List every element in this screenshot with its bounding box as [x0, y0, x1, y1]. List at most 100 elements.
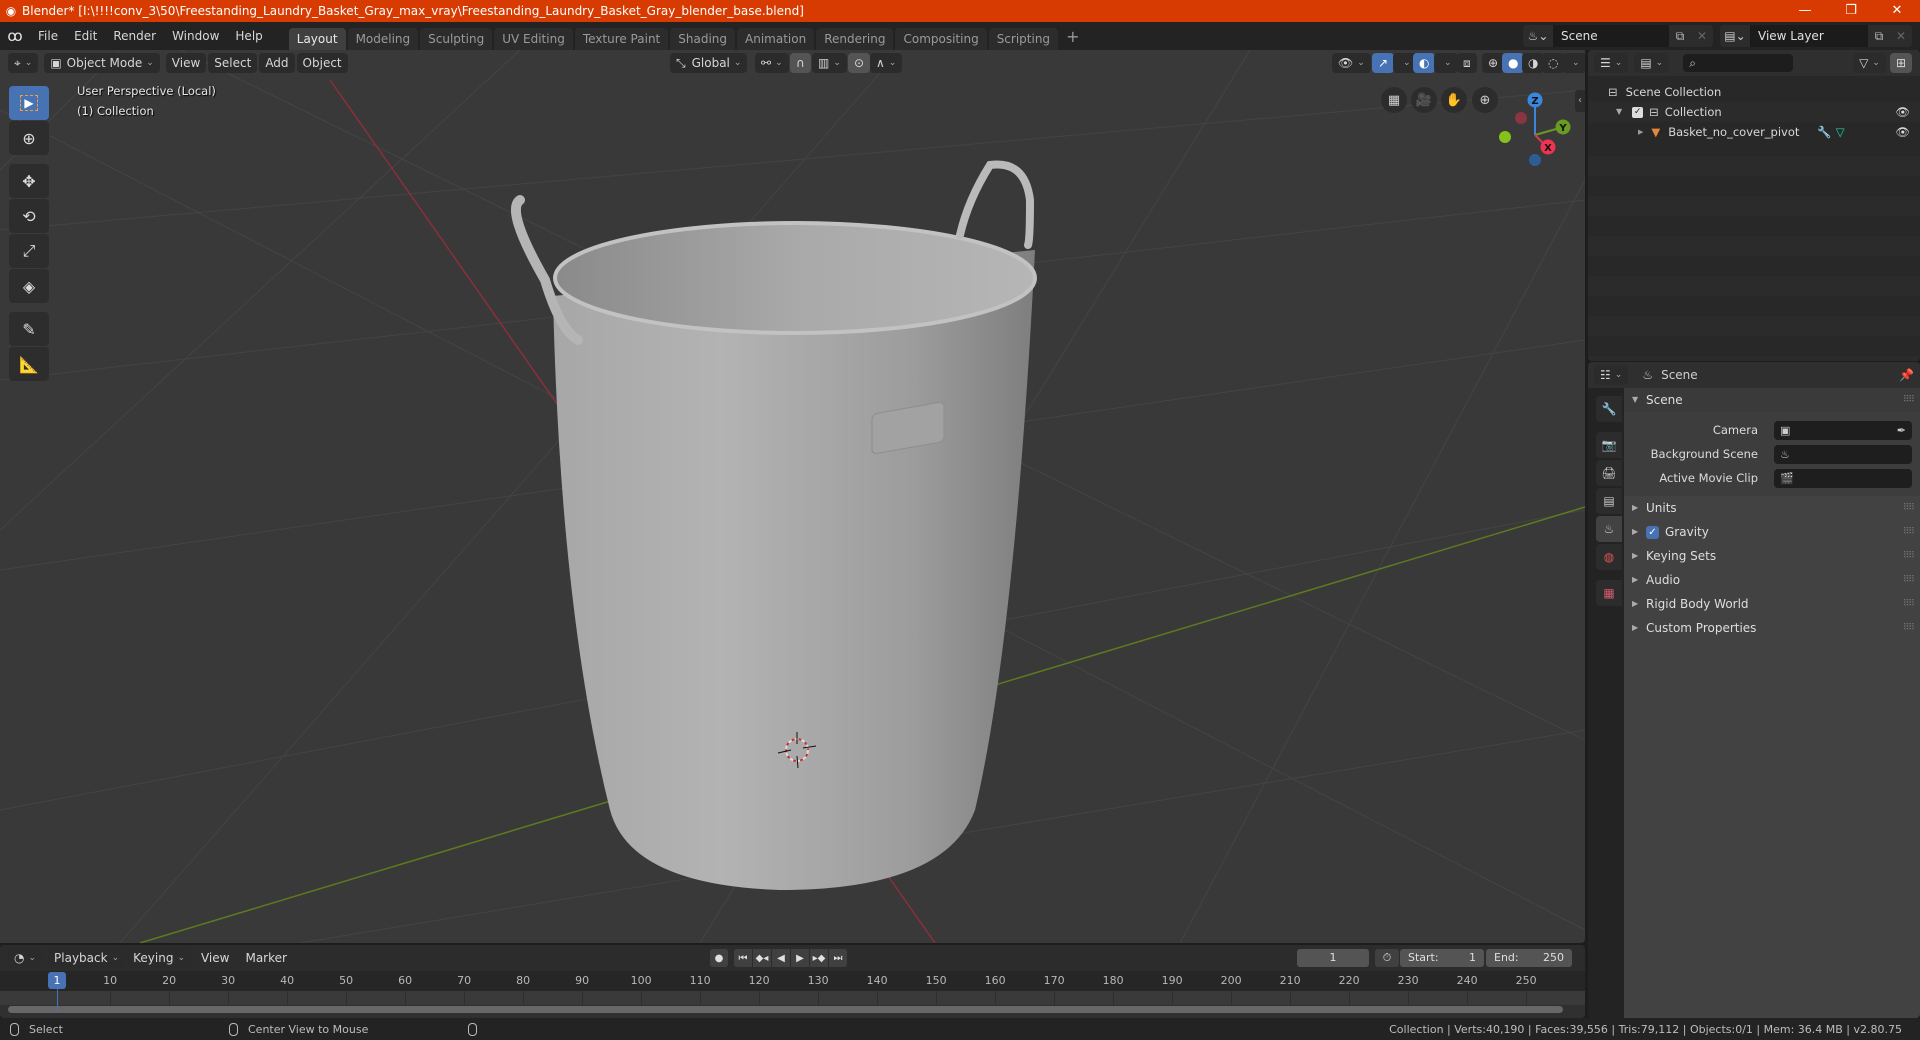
blender-logo-icon[interactable]: ꝏ	[0, 27, 30, 45]
falloff-dropdown[interactable]: ∧ ⌄	[870, 53, 903, 73]
snap-toggle[interactable]: ∩	[790, 53, 811, 73]
pin-icon[interactable]: 📌	[1899, 368, 1914, 382]
camera-field[interactable]: ▣ ✒	[1774, 420, 1912, 440]
delete-scene-icon[interactable]: ✕	[1691, 25, 1713, 47]
eyedropper-icon[interactable]: ✒	[1897, 424, 1906, 437]
prev-keyframe-button[interactable]: ◆◂	[753, 949, 771, 967]
menu-add[interactable]: Add	[259, 53, 295, 73]
tool-scale[interactable]: ⤢	[9, 234, 49, 268]
units-panel-header[interactable]: ▶ Units ⠿⠿	[1624, 496, 1920, 520]
maximize-button[interactable]: ❐	[1828, 0, 1874, 22]
drag-grip-icon[interactable]: ⠿⠿	[1903, 568, 1915, 592]
preview-range-toggle[interactable]: ⏱	[1375, 949, 1399, 967]
tab-scripting[interactable]: Scripting	[988, 28, 1059, 50]
tab-modeling[interactable]: Modeling	[347, 28, 419, 50]
shading-wireframe[interactable]: ⊕	[1482, 53, 1505, 73]
start-frame-field[interactable]: Start: 1	[1400, 949, 1484, 967]
playhead-frame-indicator[interactable]: 1	[48, 972, 66, 989]
record-button[interactable]: ●	[710, 949, 728, 967]
selectability-dropdown[interactable]: 👁 ⌄	[1332, 53, 1371, 73]
menu-window[interactable]: Window	[164, 22, 227, 50]
filter-dropdown[interactable]: ▽ ⌄	[1853, 53, 1886, 73]
tab-texture[interactable]: ▦	[1596, 580, 1622, 606]
menu-help[interactable]: Help	[227, 22, 270, 50]
tab-sculpting[interactable]: Sculpting	[420, 28, 493, 50]
drag-grip-icon[interactable]: ⠿⠿	[1903, 544, 1915, 568]
active-movie-clip-field[interactable]: 🎬	[1774, 468, 1912, 488]
next-keyframe-button[interactable]: ▸◆	[810, 949, 828, 967]
delete-view-layer-icon[interactable]: ✕	[1890, 25, 1912, 47]
frame-ruler[interactable]: 10 20 30 40 50 60 70 80 90 100 110 120 130 140 150 160 1…	[0, 971, 1585, 991]
tab-view-layer[interactable]: ▤	[1596, 488, 1622, 514]
tool-move[interactable]: ✥	[9, 164, 49, 198]
outliner-search-input[interactable]: ⌕	[1683, 54, 1794, 72]
drag-grip-icon[interactable]: ⠿⠿	[1903, 520, 1915, 544]
menu-render[interactable]: Render	[105, 22, 164, 50]
scene-name-field[interactable]: Scene	[1553, 25, 1669, 47]
transform-orientation-dropdown[interactable]: ⤡ Global ⌄	[670, 53, 748, 73]
modifier-wrench-icon[interactable]: 🔧	[1817, 122, 1831, 142]
scene-panel-header[interactable]: ▼ Scene ⠿⠿	[1624, 388, 1920, 412]
tab-compositing[interactable]: Compositing	[895, 28, 987, 50]
gizmo-toggle[interactable]: ↗	[1372, 53, 1395, 73]
menu-file[interactable]: File	[30, 22, 66, 50]
tab-layout[interactable]: Layout	[288, 28, 346, 50]
drag-grip-icon[interactable]: ⠿⠿	[1903, 496, 1915, 520]
pivot-point-dropdown[interactable]: ⚯ ⌄	[755, 53, 789, 73]
audio-panel-header[interactable]: ▶ Audio ⠿⠿	[1624, 568, 1920, 592]
tab-animation[interactable]: Animation	[737, 28, 815, 50]
add-workspace-button[interactable]: +	[1060, 27, 1085, 46]
playback-menu[interactable]: Playback ⌄	[48, 948, 126, 968]
jump-start-button[interactable]: ⏮	[734, 949, 752, 967]
tab-shading[interactable]: Shading	[670, 28, 735, 50]
playhead-line[interactable]	[57, 989, 58, 1011]
tool-rotate[interactable]: ⟲	[9, 199, 49, 233]
visibility-eye-icon[interactable]: 👁	[1895, 122, 1910, 142]
pan-view-button[interactable]: ✋	[1441, 87, 1467, 113]
proportional-edit-toggle[interactable]: ⊙	[848, 53, 871, 73]
tab-output[interactable]: 🖨	[1596, 460, 1622, 486]
tab-scene[interactable]: ♨	[1596, 516, 1622, 542]
overlays-dropdown[interactable]: ⌄	[1434, 53, 1458, 73]
display-mode-dropdown[interactable]: ▤ ⌄	[1634, 53, 1670, 73]
toggle-ortho-button[interactable]: ▦	[1381, 87, 1407, 113]
sidebar-toggle[interactable]: ‹	[1575, 90, 1585, 112]
tool-cursor[interactable]: ⊕	[9, 121, 49, 155]
navigation-gizmo[interactable]: Z Y X	[1495, 85, 1575, 175]
tab-tool[interactable]: 🔧	[1596, 396, 1622, 422]
close-button[interactable]: ✕	[1874, 0, 1920, 22]
xray-toggle[interactable]: ⧈	[1457, 53, 1477, 73]
menu-object[interactable]: Object	[296, 53, 348, 73]
end-frame-field[interactable]: End: 250	[1486, 949, 1572, 967]
current-frame-field[interactable]: 1	[1297, 949, 1369, 967]
timeline-scrollbar[interactable]	[8, 1006, 1563, 1013]
tab-world[interactable]: ◍	[1596, 544, 1622, 570]
expand-arrow-icon[interactable]: ▶	[1638, 122, 1643, 142]
menu-select[interactable]: Select	[208, 53, 258, 73]
shading-dropdown[interactable]: ⌄	[1562, 53, 1585, 73]
3d-viewport[interactable]: ⌖ ⌄ ▣ Object Mode ⌄ View Select Add Object …	[0, 50, 1585, 943]
outliner-item-basket[interactable]: ▶ ▼ Basket_no_cover_pivot 🔧 ▽ 👁	[1588, 122, 1920, 142]
minimize-button[interactable]: —	[1782, 0, 1828, 22]
drag-grip-icon[interactable]: ⠿⠿	[1903, 592, 1915, 616]
background-scene-field[interactable]: ♨	[1774, 444, 1912, 464]
new-collection-button[interactable]: ⊞	[1889, 53, 1912, 73]
keyframe-track[interactable]	[0, 991, 1585, 1005]
properties-editor-type-button[interactable]: ☷ ⌄	[1594, 365, 1629, 385]
marker-menu[interactable]: Marker	[237, 945, 294, 971]
jump-end-button[interactable]: ⏭	[829, 949, 847, 967]
camera-view-button[interactable]: 🎥	[1411, 87, 1437, 113]
drag-grip-icon[interactable]: ⠿⠿	[1903, 616, 1915, 640]
menu-view[interactable]: View	[165, 53, 207, 73]
tab-render[interactable]: 📷	[1596, 432, 1622, 458]
play-button[interactable]: ▶	[791, 949, 809, 967]
keying-menu[interactable]: Keying ⌄	[127, 948, 191, 968]
tab-texture-paint[interactable]: Texture Paint	[574, 28, 669, 50]
rigid-body-world-panel-header[interactable]: ▶ Rigid Body World ⠿⠿	[1624, 592, 1920, 616]
gravity-checkbox[interactable]: ✓	[1646, 525, 1659, 539]
drag-grip-icon[interactable]: ⠿⠿	[1903, 388, 1915, 412]
keying-sets-panel-header[interactable]: ▶ Keying Sets ⠿⠿	[1624, 544, 1920, 568]
gravity-panel-header[interactable]: ▶ ✓ Gravity ⠿⠿	[1624, 520, 1920, 544]
new-view-layer-icon[interactable]: ⧉	[1868, 25, 1890, 47]
tool-annotate[interactable]: ✎	[9, 312, 49, 346]
